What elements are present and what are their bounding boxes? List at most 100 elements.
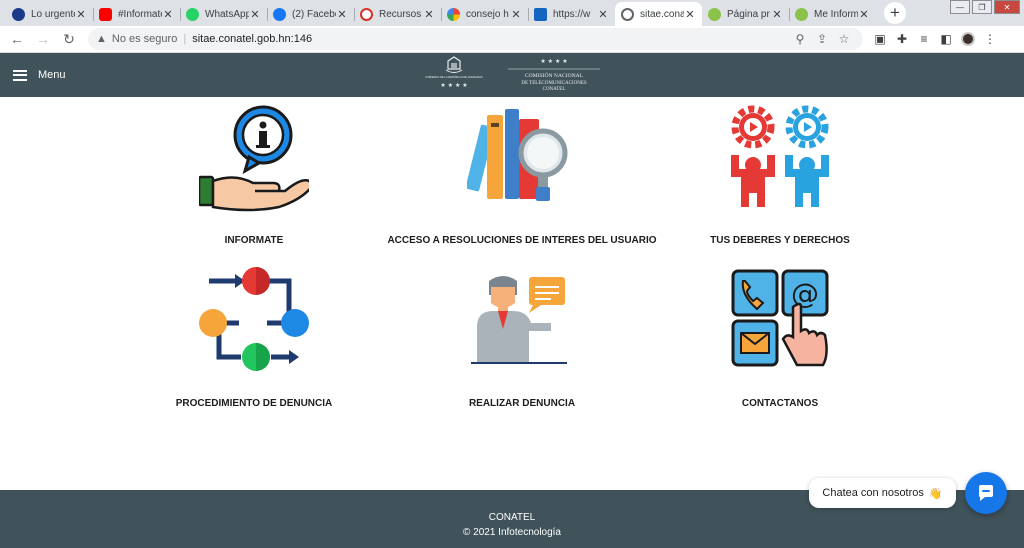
- tab-title: sitae.cona: [640, 8, 684, 20]
- card-label[interactable]: PROCEDIMIENTO DE DENUNCIA: [104, 398, 404, 409]
- browser-tab-4[interactable]: (2) Facebook ✕: [267, 2, 354, 26]
- zoom-magnifier-icon[interactable]: ⚲: [789, 32, 811, 46]
- conatel-logo[interactable]: GOBIERNO DE LA REPÚBLICA DE HONDURAS ★ ★…: [420, 53, 605, 97]
- card-acceso-resoluciones[interactable]: ACCESO A RESOLUCIONES DE INTERES DEL USU…: [372, 105, 672, 255]
- tab-close-icon[interactable]: ✕: [423, 8, 435, 21]
- browser-tab-9[interactable]: Página pr ✕: [702, 2, 789, 26]
- tab-title: (2) Facebook: [292, 8, 336, 20]
- facebook-icon: [273, 7, 286, 21]
- people-gears-icon[interactable]: [725, 105, 835, 215]
- services-grid: INFORMATE ACCESO A RESOLUCIONES DE INTER…: [0, 97, 1024, 490]
- tab-title: WhatsApp: [205, 8, 249, 20]
- man-speech-icon[interactable]: [467, 267, 577, 377]
- back-arrow-icon[interactable]: ←: [4, 31, 30, 47]
- tab-close-icon[interactable]: ✕: [162, 8, 174, 21]
- logo-line-2: DE TELECOMUNICACIONES: [521, 81, 587, 86]
- logo-line-1: COMISIÓN NACIONAL: [525, 71, 584, 79]
- chat-invite-label[interactable]: Chatea con nosotros: [822, 487, 924, 499]
- address-bar[interactable]: ▲ No es seguro | sitae.conatel.gob.hn:14…: [88, 28, 863, 50]
- tab-title: Lo urgente: [31, 8, 75, 20]
- tab-close-icon[interactable]: ✕: [771, 8, 783, 21]
- browser-tab-7[interactable]: https://w ✕: [528, 2, 615, 26]
- new-tab-plus-icon[interactable]: +: [884, 2, 906, 24]
- process-flow-icon[interactable]: [199, 267, 309, 377]
- browser-tab-5[interactable]: Recursos ✕: [354, 2, 441, 26]
- card-procedimiento-denuncia[interactable]: PROCEDIMIENTO DE DENUNCIA: [104, 267, 404, 417]
- share-icon[interactable]: ⇪: [811, 32, 833, 46]
- waving-hand-icon: 👋: [928, 487, 943, 500]
- browser-tab-2[interactable]: #Informate ✕: [93, 2, 180, 26]
- tab-close-icon[interactable]: ✕: [684, 8, 696, 21]
- green-leaf-icon: [708, 7, 721, 21]
- whatsapp-icon: [186, 7, 199, 21]
- blue-square-icon: [534, 7, 547, 21]
- chat-invite-bubble[interactable]: Chatea con nosotros 👋: [809, 478, 956, 508]
- browser-tab-3[interactable]: WhatsApp ✕: [180, 2, 267, 26]
- footer-org: CONATEL: [488, 512, 536, 523]
- browser-tab-1[interactable]: Lo urgente ✕: [6, 2, 93, 26]
- green-leaf-icon: [795, 7, 808, 21]
- minimize-icon[interactable]: —: [950, 0, 970, 14]
- browser-tab-10[interactable]: Me Inform ✕: [789, 2, 876, 26]
- bookmark-star-icon[interactable]: ☆: [833, 32, 855, 46]
- tab-title: https://w: [553, 8, 591, 20]
- card-contactanos[interactable]: @ CONTACTANOS: [630, 267, 930, 417]
- tab-title: Página pr: [727, 8, 770, 20]
- tab-title: #Informate: [118, 8, 162, 20]
- restore-icon[interactable]: ❐: [972, 0, 992, 14]
- hamburger-icon: [13, 69, 27, 81]
- logo-stars-right: ★ ★ ★ ★: [540, 58, 567, 65]
- footer-copyright: © 2021 Infotecnología: [463, 527, 561, 538]
- tab-close-icon[interactable]: ✕: [249, 8, 261, 21]
- card-label[interactable]: CONTACTANOS: [630, 398, 930, 409]
- youtube-icon: [99, 7, 112, 21]
- chat-bubble-icon: [979, 485, 993, 501]
- extension-icon[interactable]: ▣: [869, 32, 891, 46]
- url-text[interactable]: sitae.conatel.gob.hn:146: [192, 33, 789, 45]
- reload-icon[interactable]: ↻: [56, 31, 82, 48]
- books-magnifier-icon[interactable]: [467, 105, 577, 215]
- tab-title: Recursos: [379, 8, 422, 20]
- card-informate[interactable]: INFORMATE: [104, 105, 404, 255]
- browser-tab-6[interactable]: consejo h ✕: [441, 2, 528, 26]
- warning-triangle-icon[interactable]: ▲: [96, 33, 107, 45]
- recursos-icon: [360, 7, 373, 21]
- info-hand-icon[interactable]: [199, 105, 309, 215]
- menu-button[interactable]: Menu: [13, 69, 66, 81]
- address-separator: |: [183, 33, 187, 45]
- security-status[interactable]: No es seguro: [112, 33, 177, 45]
- card-label[interactable]: TUS DEBERES Y DERECHOS: [630, 235, 930, 246]
- tab-title: consejo h: [466, 8, 509, 20]
- contact-tiles-icon[interactable]: @: [725, 267, 835, 377]
- browser-tab-8-active[interactable]: sitae.cona ✕: [615, 2, 702, 26]
- menu-label: Menu: [38, 69, 66, 81]
- card-label[interactable]: REALIZAR DENUNCIA: [372, 398, 672, 409]
- logo-stars-left: ★ ★ ★ ★: [440, 82, 467, 89]
- card-label[interactable]: INFORMATE: [104, 235, 404, 246]
- profile-avatar[interactable]: [961, 32, 975, 46]
- globe-icon: [621, 7, 634, 21]
- card-realizar-denuncia[interactable]: REALIZAR DENUNCIA: [372, 267, 672, 417]
- kebab-menu-icon[interactable]: ⋮: [979, 32, 1001, 46]
- logo-left-text: GOBIERNO DE LA REPÚBLICA DE HONDURAS: [425, 74, 482, 79]
- tab-close-icon[interactable]: ✕: [510, 8, 522, 21]
- browser-tab-strip: Lo urgente ✕ #Informate ✕ WhatsApp ✕ (2)…: [0, 0, 1024, 26]
- puzzle-icon[interactable]: ✚: [891, 32, 913, 46]
- reading-list-icon[interactable]: ≡: [913, 32, 935, 46]
- tab-close-icon[interactable]: ✕: [597, 8, 609, 21]
- tab-close-icon[interactable]: ✕: [75, 8, 87, 21]
- side-panel-icon[interactable]: ◧: [935, 32, 957, 46]
- chat-launcher-button[interactable]: [965, 472, 1007, 514]
- window-controls: — ❐ ✕: [948, 0, 1020, 14]
- card-deberes-derechos[interactable]: TUS DEBERES Y DERECHOS: [630, 105, 930, 255]
- browser-toolbar: ← → ↻ ▲ No es seguro | sitae.conatel.gob…: [0, 26, 1024, 53]
- dark-globe-icon: [12, 7, 25, 21]
- site-header: Menu GOBIERNO DE LA REPÚBLICA DE HONDURA…: [0, 53, 1024, 97]
- window-close-icon[interactable]: ✕: [994, 0, 1020, 14]
- google-icon: [447, 7, 460, 21]
- tab-close-icon[interactable]: ✕: [858, 8, 870, 21]
- forward-arrow-icon[interactable]: →: [30, 31, 56, 47]
- card-label[interactable]: ACCESO A RESOLUCIONES DE INTERES DEL USU…: [372, 235, 672, 246]
- tab-close-icon[interactable]: ✕: [336, 8, 348, 21]
- logo-line-3: CONATEL: [543, 87, 566, 92]
